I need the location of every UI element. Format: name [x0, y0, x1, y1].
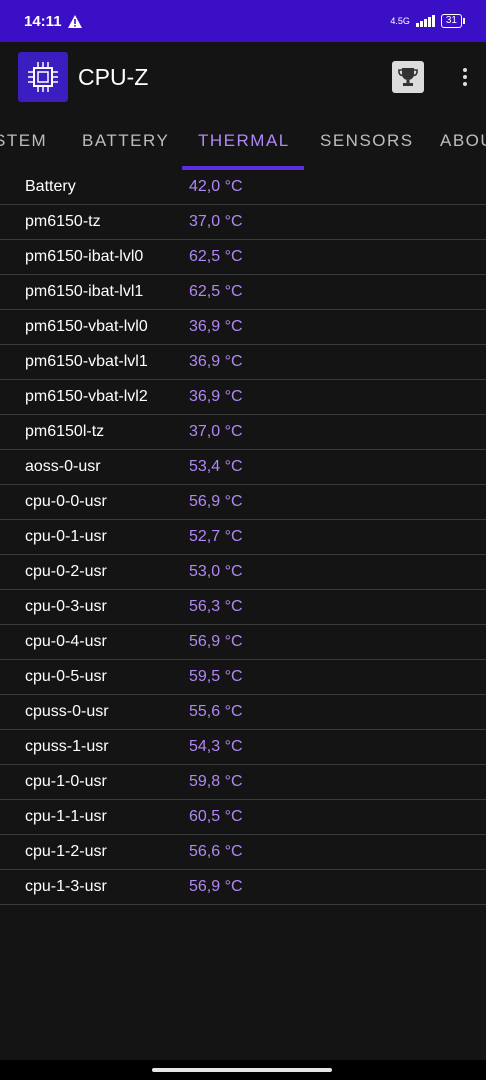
sensor-temperature: 56,6 °C: [189, 843, 243, 860]
sensor-temperature: 53,0 °C: [189, 563, 243, 580]
sensor-temperature: 36,9 °C: [189, 388, 243, 405]
sensor-temperature: 56,9 °C: [189, 878, 243, 895]
tab-indicator: [182, 166, 304, 170]
sensor-temperature: 56,9 °C: [189, 633, 243, 650]
battery-level: 31: [445, 15, 457, 26]
sensor-name: cpu-0-3-usr: [25, 598, 107, 615]
table-row: cpu-0-5-usr 59,5 °C: [0, 660, 486, 695]
table-row: cpu-1-2-usr 56,6 °C: [0, 835, 486, 870]
sensor-name: cpuss-0-usr: [25, 703, 109, 720]
sensor-temperature: 54,3 °C: [189, 738, 243, 755]
sensor-name: Battery: [25, 178, 76, 195]
table-row: cpu-0-4-usr 56,9 °C: [0, 625, 486, 660]
sensor-temperature: 36,9 °C: [189, 318, 243, 335]
sensor-temperature: 42,0 °C: [189, 178, 243, 195]
table-row: cpu-1-3-usr 56,9 °C: [0, 870, 486, 905]
table-row: cpu-0-0-usr 56,9 °C: [0, 485, 486, 520]
home-gesture-handle[interactable]: [152, 1068, 332, 1072]
table-row: Battery 42,0 °C: [0, 170, 486, 205]
tab-bar: STEM BATTERY THERMAL SENSORS ABOU: [0, 112, 486, 170]
status-time: 14:11: [24, 12, 62, 30]
sensor-temperature: 62,5 °C: [189, 248, 243, 265]
status-left: 14:11: [24, 13, 82, 30]
table-row: cpu-0-2-usr 53,0 °C: [0, 555, 486, 590]
sensor-name: cpu-1-3-usr: [25, 878, 107, 895]
tab-battery[interactable]: BATTERY: [82, 112, 169, 170]
table-row: cpu-1-0-usr 59,8 °C: [0, 765, 486, 800]
table-row: pm6150-vbat-lvl1 36,9 °C: [0, 345, 486, 380]
sensor-name: cpu-1-2-usr: [25, 843, 107, 860]
sensor-temperature: 53,4 °C: [189, 458, 243, 475]
table-row: pm6150-vbat-lvl0 36,9 °C: [0, 310, 486, 345]
sensor-name: cpu-0-5-usr: [25, 668, 107, 685]
sensor-name: cpu-0-1-usr: [25, 528, 107, 545]
table-row: aoss-0-usr 53,4 °C: [0, 450, 486, 485]
sensor-name: cpu-0-4-usr: [25, 633, 107, 650]
sensor-name: pm6150l-tz: [25, 423, 105, 440]
sensor-temperature: 59,5 °C: [189, 668, 243, 685]
table-row: cpuss-0-usr 55,6 °C: [0, 695, 486, 730]
sensor-name: pm6150-vbat-lvl1: [25, 353, 148, 370]
status-right: 4.5G 31: [390, 14, 466, 28]
table-row: pm6150-vbat-lvl2 36,9 °C: [0, 380, 486, 415]
sensor-name: cpu-1-0-usr: [25, 773, 107, 790]
sensor-temperature: 37,0 °C: [189, 423, 243, 440]
sensor-temperature: 62,5 °C: [189, 283, 243, 300]
status-bar: 14:11 4.5G 31: [0, 0, 486, 42]
table-row: pm6150-ibat-lvl1 62,5 °C: [0, 275, 486, 310]
battery-icon: 31: [440, 14, 466, 28]
table-row: cpu-0-3-usr 56,3 °C: [0, 590, 486, 625]
sensor-name: aoss-0-usr: [25, 458, 101, 475]
sensor-temperature: 37,0 °C: [189, 213, 243, 230]
sensor-temperature: 36,9 °C: [189, 353, 243, 370]
sensor-name: pm6150-tz: [25, 213, 101, 230]
sensor-name: pm6150-ibat-lvl1: [25, 283, 144, 300]
app-bar: CPU-Z: [0, 42, 486, 112]
table-row: cpuss-1-usr 54,3 °C: [0, 730, 486, 765]
more-vert-icon[interactable]: [462, 68, 468, 86]
cpu-chip-icon: [18, 52, 68, 102]
sensor-name: cpu-1-1-usr: [25, 808, 107, 825]
sensor-temperature: 60,5 °C: [189, 808, 243, 825]
table-row: cpu-1-1-usr 60,5 °C: [0, 800, 486, 835]
tab-system[interactable]: STEM: [0, 112, 47, 170]
sensor-name: pm6150-ibat-lvl0: [25, 248, 144, 265]
sensor-name: cpu-0-0-usr: [25, 493, 107, 510]
sensor-temperature: 56,9 °C: [189, 493, 243, 510]
warning-triangle-icon: [67, 14, 82, 28]
table-row: pm6150-tz 37,0 °C: [0, 205, 486, 240]
trophy-icon[interactable]: [392, 61, 424, 93]
sensor-name: cpuss-1-usr: [25, 738, 109, 755]
signal-icon: [415, 15, 435, 27]
sensor-temperature: 52,7 °C: [189, 528, 243, 545]
sensor-temperature: 55,6 °C: [189, 703, 243, 720]
tab-about[interactable]: ABOU: [440, 112, 486, 170]
sensor-temperature: 56,3 °C: [189, 598, 243, 615]
sensor-name: pm6150-vbat-lvl0: [25, 318, 148, 335]
thermal-list: Battery 42,0 °C pm6150-tz 37,0 °C pm6150-iba…: [0, 170, 486, 905]
sensor-name: cpu-0-2-usr: [25, 563, 107, 580]
table-row: pm6150-ibat-lvl0 62,5 °C: [0, 240, 486, 275]
tab-sensors[interactable]: SENSORS: [320, 112, 414, 170]
sensor-name: pm6150-vbat-lvl2: [25, 388, 148, 405]
table-row: cpu-0-1-usr 52,7 °C: [0, 520, 486, 555]
network-type: 4.5G: [390, 16, 410, 26]
app-title: CPU-Z: [78, 63, 149, 90]
tab-thermal[interactable]: THERMAL: [198, 112, 290, 170]
navigation-bar: [0, 1060, 486, 1080]
sensor-temperature: 59,8 °C: [189, 773, 243, 790]
table-row: pm6150l-tz 37,0 °C: [0, 415, 486, 450]
